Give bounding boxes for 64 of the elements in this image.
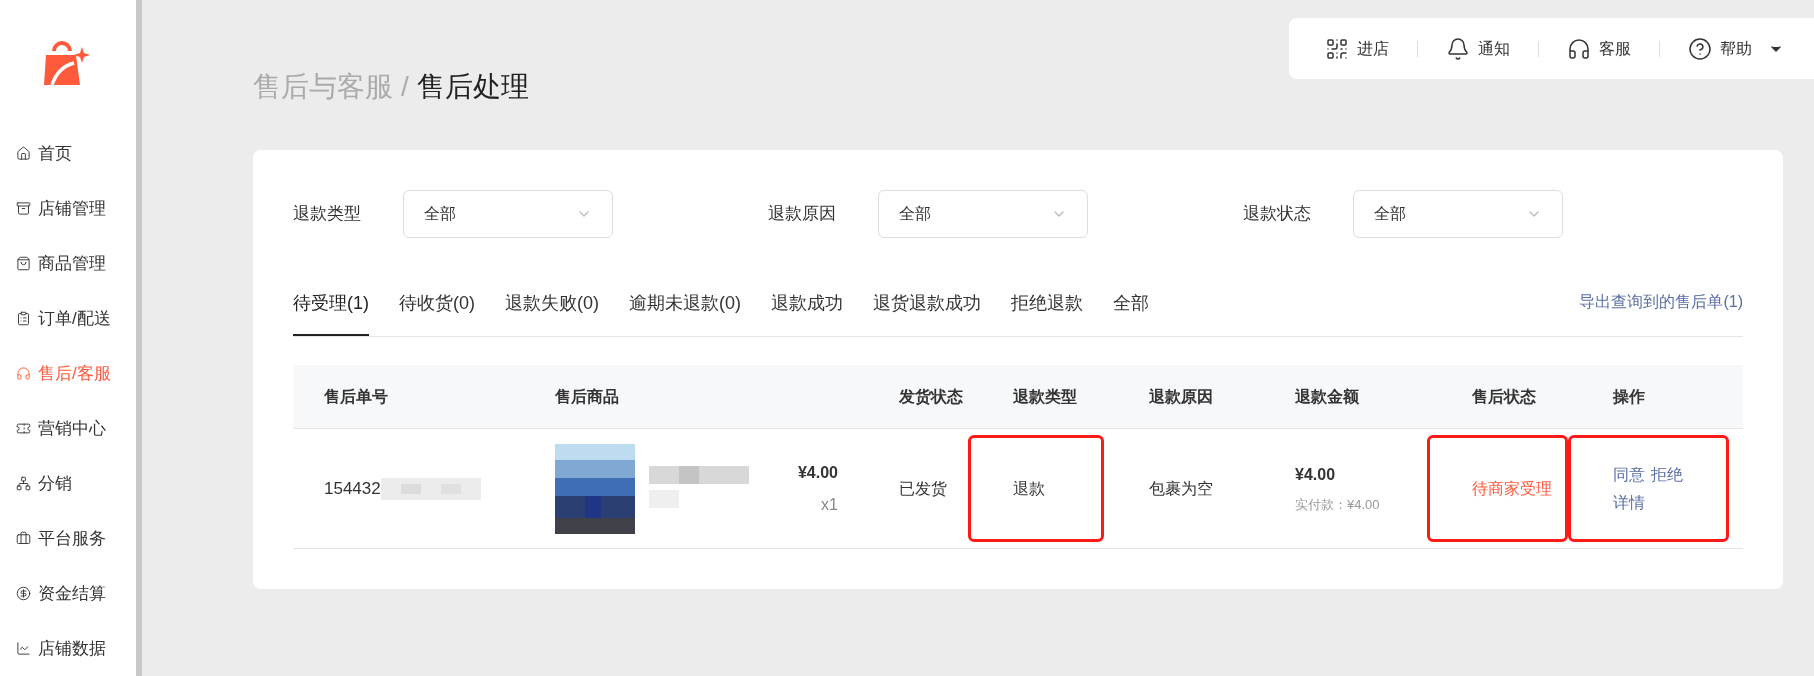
house-icon [16,146,31,161]
toolbar-item[interactable]: 客服 [1567,36,1631,61]
column-header: 退款类型 [1013,387,1077,405]
headset-icon [1567,36,1591,61]
filter-label: 退款状态 [1243,203,1311,226]
sidebar-item[interactable]: 首页 [0,126,136,181]
breadcrumb-separator: / [401,70,409,104]
status-tab[interactable]: 退款成功 [771,290,843,336]
sidebar-item[interactable]: 资金结算 [0,566,136,621]
product-price: ¥4.00 [797,462,838,483]
table-cell-text: 包裹为空 [1149,478,1213,499]
coin-icon [16,586,31,601]
column-header: 退款金额 [1295,387,1359,405]
ticket-icon [16,421,31,436]
filter-label: 退款原因 [768,203,836,226]
toolbar-item[interactable]: 进店 [1325,36,1389,61]
toolbar-item[interactable]: 帮助 [1688,36,1784,61]
action-link[interactable]: 拒绝 [1651,462,1683,487]
column-header: 发货状态 [899,387,963,405]
clipboard-icon [16,311,31,326]
column-header: 售后商品 [555,387,619,405]
filter-select[interactable]: 全部 [1353,190,1563,238]
status-tab[interactable]: 待受理(1) [293,290,369,336]
filter-select[interactable]: 全部 [878,190,1088,238]
status-tab[interactable]: 退款失败(0) [505,290,599,336]
table-cell-text: 154432 [324,477,381,500]
filter-label: 退款类型 [293,203,361,226]
qr-code-icon [1325,36,1349,61]
sidebar-item[interactable]: 商品管理 [0,236,136,291]
help-icon [1688,36,1712,61]
sidebar-item[interactable]: 分销 [0,456,136,511]
bag-icon [16,256,31,271]
table-cell-text: 已发货 [899,478,947,499]
table-cell-text: 退款 [1013,478,1045,499]
nodes-icon [16,476,31,491]
filter-select[interactable]: 全部 [403,190,613,238]
bell-icon [1446,36,1470,61]
sidebar-item[interactable]: 店铺数据 [0,621,136,676]
action-link[interactable]: 详情 [1613,490,1645,515]
column-header: 售后单号 [324,387,388,405]
sidebar-item[interactable]: 订单/配送 [0,291,136,346]
export-link[interactable]: 导出查询到的售后单(1) [1579,290,1743,336]
drawer-icon [16,201,31,216]
briefcase-icon [16,531,31,546]
status-tab[interactable]: 退货退款成功 [873,290,981,336]
paid-amount: 实付款：¥4.00 [1295,495,1380,514]
status-tab[interactable]: 逾期未退款(0) [629,290,741,336]
status-tab[interactable]: 全部 [1113,290,1149,336]
column-header: 售后状态 [1472,387,1536,405]
toolbar-item[interactable]: 通知 [1446,36,1510,61]
sidebar-item[interactable]: 平台服务 [0,511,136,566]
page-title: 售后处理 [416,70,529,104]
status-tab[interactable]: 待收货(0) [399,290,475,336]
sidebar-item[interactable]: 营销中心 [0,401,136,456]
headset-icon [16,366,31,381]
product-quantity: x1 [821,494,838,515]
refund-amount: ¥4.00 [1295,464,1337,485]
chart-icon [16,641,31,656]
action-link[interactable]: 同意 [1613,462,1645,487]
column-header: 退款原因 [1149,387,1213,405]
column-header: 操作 [1613,387,1645,405]
status-tab[interactable]: 拒绝退款 [1011,290,1083,336]
status-text: 待商家受理 [1472,478,1552,499]
sidebar-item[interactable]: 店铺管理 [0,181,136,236]
